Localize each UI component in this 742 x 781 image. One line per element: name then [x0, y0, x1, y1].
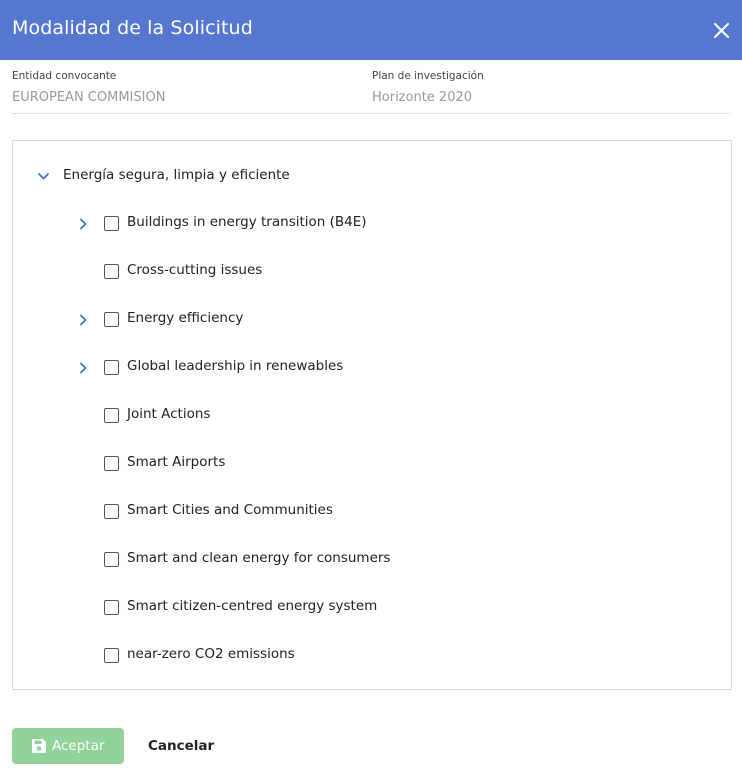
node-label: Smart Cities and Communities [127, 502, 333, 518]
node-label: Smart and clean energy for consumers [127, 550, 391, 566]
accept-label: Aceptar [52, 738, 105, 754]
entity-label: Entidad convocante [12, 70, 117, 82]
node-label: Buildings in energy transition (B4E) [127, 214, 367, 230]
node-label: Energy efficiency [127, 310, 244, 326]
tree-node: Smart citizen-centred energy system [13, 593, 713, 623]
node-checkbox[interactable] [104, 360, 119, 375]
dialog-footer: Aceptar Cancelar [0, 728, 742, 768]
tree-node: near-zero CO2 emissions [13, 641, 713, 671]
tree-node: Global leadership in renewables [13, 353, 713, 383]
node-checkbox[interactable] [104, 408, 119, 423]
chevron-right-icon[interactable] [77, 362, 89, 374]
modality-tree: Energía segura, limpia y eficiente Build… [12, 140, 732, 690]
cancel-button[interactable]: Cancelar [136, 728, 226, 764]
node-checkbox[interactable] [104, 600, 119, 615]
entity-field: Entidad convocante EUROPEAN COMMISION [12, 70, 165, 105]
cancel-label: Cancelar [148, 738, 215, 754]
node-checkbox[interactable] [104, 456, 119, 471]
node-checkbox[interactable] [104, 504, 119, 519]
plan-field: Plan de investigación Horizonte 2020 [372, 70, 484, 105]
tree-node: Energy efficiency [13, 305, 713, 335]
entity-value: EUROPEAN COMMISION [12, 90, 166, 105]
tree-root-label: Energía segura, limpia y eficiente [63, 167, 290, 183]
request-meta: Entidad convocante EUROPEAN COMMISION Pl… [12, 70, 730, 114]
node-checkbox[interactable] [104, 264, 119, 279]
accept-button[interactable]: Aceptar [12, 728, 124, 764]
modal-dialog: Modalidad de la Solicitud Entidad convoc… [0, 0, 742, 781]
tree-node: Joint Actions [13, 401, 713, 431]
chevron-right-icon[interactable] [77, 218, 89, 230]
save-icon [32, 739, 46, 753]
node-checkbox[interactable] [104, 312, 119, 327]
node-label: Smart citizen-centred energy system [127, 598, 378, 614]
close-icon[interactable] [713, 22, 730, 39]
node-checkbox[interactable] [104, 648, 119, 663]
node-label: Cross-cutting issues [127, 262, 263, 278]
chevron-down-icon[interactable] [37, 170, 50, 183]
chevron-right-icon[interactable] [77, 314, 89, 326]
dialog-title: Modalidad de la Solicitud [12, 17, 253, 39]
plan-value: Horizonte 2020 [372, 90, 473, 105]
tree-node: Cross-cutting issues [13, 257, 713, 287]
plan-label: Plan de investigación [372, 70, 484, 82]
node-label: Joint Actions [127, 406, 211, 422]
node-checkbox[interactable] [104, 552, 119, 567]
tree-node: Buildings in energy transition (B4E) [13, 209, 713, 239]
tree-root-node[interactable]: Energía segura, limpia y eficiente [13, 161, 713, 191]
tree-node: Smart Airports [13, 449, 713, 479]
node-label: near-zero CO2 emissions [127, 646, 295, 662]
tree-node: Smart Cities and Communities [13, 497, 713, 527]
node-label: Global leadership in renewables [127, 358, 344, 374]
tree-node: Smart and clean energy for consumers [13, 545, 713, 575]
node-label: Smart Airports [127, 454, 226, 470]
dialog-header: Modalidad de la Solicitud [0, 0, 742, 60]
node-checkbox[interactable] [104, 216, 119, 231]
